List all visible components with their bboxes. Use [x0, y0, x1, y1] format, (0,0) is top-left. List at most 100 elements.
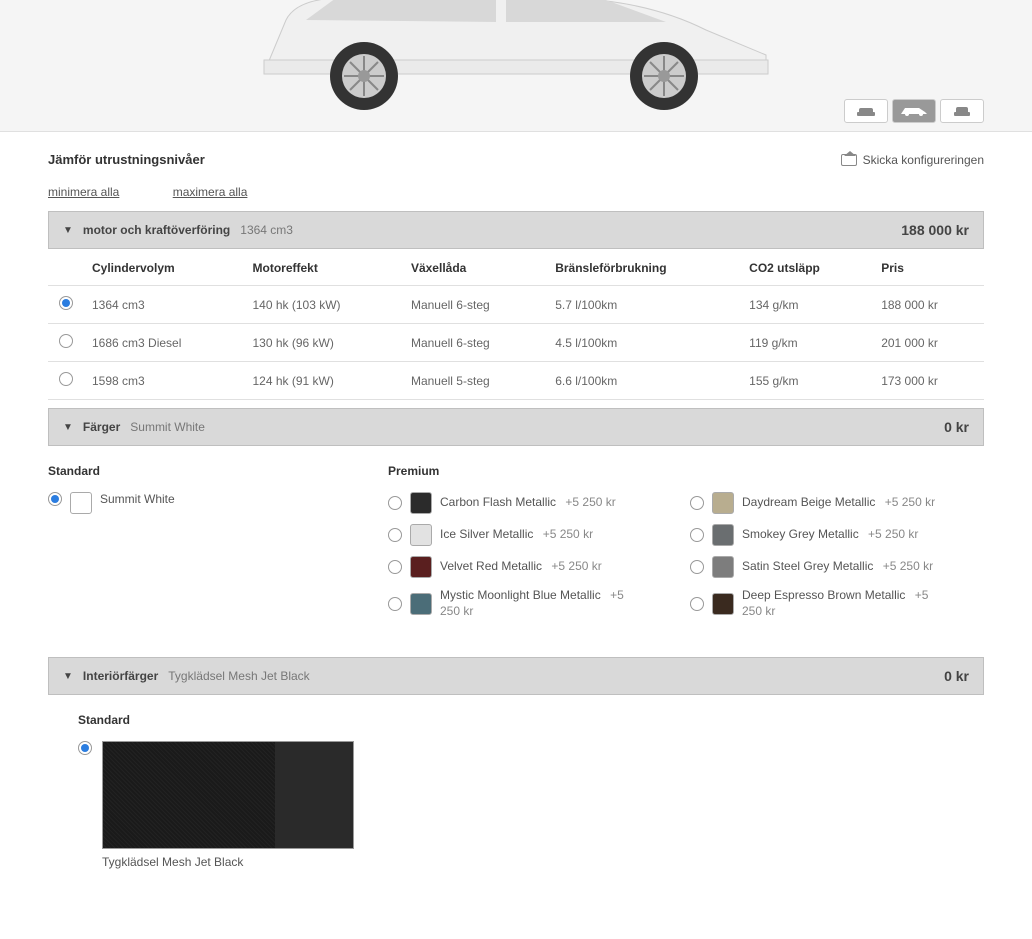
- color-price: +5 250 kr: [881, 495, 935, 509]
- engine-row: 1598 cm3 124 hk (91 kW) Manuell 5-steg 6…: [48, 362, 984, 400]
- cell-fuel: 5.7 l/100km: [547, 286, 741, 324]
- color-label: Summit White: [100, 492, 175, 508]
- cell-power: 130 hk (96 kW): [245, 324, 403, 362]
- color-radio[interactable]: [690, 560, 704, 574]
- cell-power: 124 hk (91 kW): [245, 362, 403, 400]
- interior-section-header[interactable]: ▼ Interiörfärger Tygklädsel Mesh Jet Bla…: [48, 657, 984, 695]
- color-option: Satin Steel Grey Metallic +5 250 kr: [690, 556, 942, 578]
- cell-cyl: 1364 cm3: [84, 286, 245, 324]
- send-config-label: Skicka konfigureringen: [863, 153, 984, 167]
- cell-co2: 134 g/km: [741, 286, 873, 324]
- colors-title: Färger: [83, 420, 120, 434]
- color-radio[interactable]: [388, 528, 402, 542]
- color-swatch: [712, 556, 734, 578]
- premium-label: Premium: [388, 464, 944, 478]
- interior-price: 0 kr: [944, 668, 969, 684]
- color-option: Ice Silver Metallic +5 250 kr: [388, 524, 640, 546]
- col-pris: Pris: [873, 249, 984, 286]
- minimize-all-link[interactable]: minimera alla: [48, 185, 119, 199]
- color-swatch: [70, 492, 92, 514]
- engine-subtitle: 1364 cm3: [240, 223, 293, 237]
- color-radio[interactable]: [690, 496, 704, 510]
- view-front-button[interactable]: [844, 99, 888, 123]
- interior-title: Interiörfärger: [83, 669, 158, 683]
- cell-gear: Manuell 6-steg: [403, 286, 547, 324]
- engine-row: 1364 cm3 140 hk (103 kW) Manuell 6-steg …: [48, 286, 984, 324]
- color-label: Satin Steel Grey Metallic +5 250 kr: [742, 559, 933, 575]
- hero-panel: [0, 0, 1032, 132]
- color-label: Smokey Grey Metallic +5 250 kr: [742, 527, 918, 543]
- color-radio[interactable]: [388, 597, 402, 611]
- cell-co2: 119 g/km: [741, 324, 873, 362]
- color-swatch: [410, 524, 432, 546]
- colors-subtitle: Summit White: [130, 420, 205, 434]
- col-fuel: Bränsleförbrukning: [547, 249, 741, 286]
- interior-swatch-image: [102, 741, 354, 849]
- color-swatch: [410, 593, 432, 615]
- col-gear: Växellåda: [403, 249, 547, 286]
- view-side-button[interactable]: [892, 99, 936, 123]
- color-price: +5 250 kr: [742, 588, 928, 618]
- cell-gear: Manuell 6-steg: [403, 324, 547, 362]
- color-label: Velvet Red Metallic +5 250 kr: [440, 559, 602, 575]
- chevron-down-icon: ▼: [63, 671, 73, 682]
- color-option: Deep Espresso Brown Metallic +5 250 kr: [690, 588, 942, 619]
- standard-label: Standard: [48, 464, 348, 478]
- color-radio[interactable]: [388, 560, 402, 574]
- engine-title: motor och kraftöverföring: [83, 223, 230, 237]
- interior-option-radio[interactable]: [78, 741, 92, 755]
- cell-cyl: 1686 cm3 Diesel: [84, 324, 245, 362]
- color-radio[interactable]: [388, 496, 402, 510]
- color-swatch: [712, 492, 734, 514]
- engine-radio[interactable]: [59, 372, 73, 386]
- engine-radio[interactable]: [59, 296, 73, 310]
- color-price: +5 250 kr: [440, 588, 624, 618]
- color-label: Ice Silver Metallic +5 250 kr: [440, 527, 593, 543]
- interior-subtitle: Tygklädsel Mesh Jet Black: [168, 669, 309, 683]
- color-option: Carbon Flash Metallic +5 250 kr: [388, 492, 640, 514]
- color-radio[interactable]: [690, 597, 704, 611]
- cell-fuel: 4.5 l/100km: [547, 324, 741, 362]
- col-cyl: Cylindervolym: [84, 249, 245, 286]
- cell-fuel: 6.6 l/100km: [547, 362, 741, 400]
- cell-power: 140 hk (103 kW): [245, 286, 403, 324]
- color-price: +5 250 kr: [539, 527, 593, 541]
- cell-gear: Manuell 5-steg: [403, 362, 547, 400]
- color-swatch: [712, 593, 734, 615]
- color-price: +5 250 kr: [865, 527, 919, 541]
- interior-standard-label: Standard: [78, 713, 984, 727]
- car-image: [246, 0, 786, 123]
- color-label: Carbon Flash Metallic +5 250 kr: [440, 495, 616, 511]
- engine-section-header[interactable]: ▼ motor och kraftöverföring 1364 cm3 188…: [48, 211, 984, 249]
- envelope-icon: [841, 154, 857, 166]
- page-title: Jämför utrustningsnivåer: [48, 152, 205, 167]
- color-price: +5 250 kr: [548, 559, 602, 573]
- color-price: +5 250 kr: [879, 559, 933, 573]
- color-label: Deep Espresso Brown Metallic +5 250 kr: [742, 588, 942, 619]
- engine-row: 1686 cm3 Diesel 130 hk (96 kW) Manuell 6…: [48, 324, 984, 362]
- color-option: Summit White: [48, 492, 348, 514]
- view-rear-button[interactable]: [940, 99, 984, 123]
- col-co2: CO2 utsläpp: [741, 249, 873, 286]
- color-option: Velvet Red Metallic +5 250 kr: [388, 556, 640, 578]
- engine-price: 188 000 kr: [901, 222, 969, 238]
- color-option: Smokey Grey Metallic +5 250 kr: [690, 524, 942, 546]
- engine-table: Cylindervolym Motoreffekt Växellåda Brän…: [48, 249, 984, 400]
- color-swatch: [410, 556, 432, 578]
- send-config-link[interactable]: Skicka konfigureringen: [841, 153, 984, 167]
- color-price: +5 250 kr: [562, 495, 616, 509]
- color-swatch: [410, 492, 432, 514]
- cell-pris: 173 000 kr: [873, 362, 984, 400]
- color-radio[interactable]: [690, 528, 704, 542]
- view-buttons: [844, 99, 984, 123]
- color-radio[interactable]: [48, 492, 62, 506]
- maximize-all-link[interactable]: maximera alla: [173, 185, 248, 199]
- cell-co2: 155 g/km: [741, 362, 873, 400]
- cell-pris: 188 000 kr: [873, 286, 984, 324]
- colors-section-header[interactable]: ▼ Färger Summit White 0 kr: [48, 408, 984, 446]
- color-option: Daydream Beige Metallic +5 250 kr: [690, 492, 942, 514]
- color-label: Mystic Moonlight Blue Metallic +5 250 kr: [440, 588, 640, 619]
- color-label: Daydream Beige Metallic +5 250 kr: [742, 495, 935, 511]
- cell-pris: 201 000 kr: [873, 324, 984, 362]
- engine-radio[interactable]: [59, 334, 73, 348]
